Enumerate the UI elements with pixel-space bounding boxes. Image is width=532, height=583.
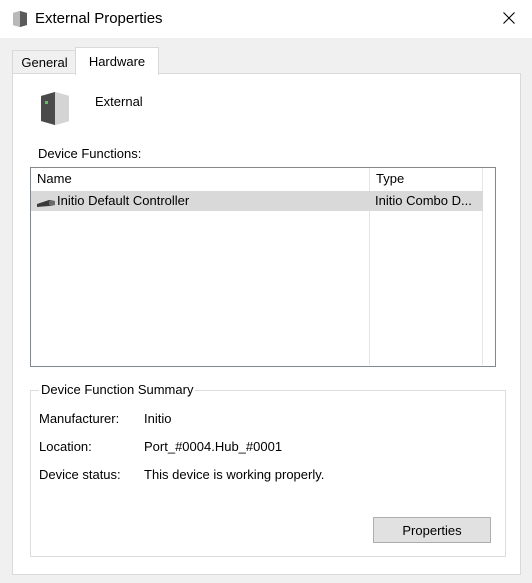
close-icon [503,11,515,27]
location-value: Port_#0004.Hub_#0001 [144,439,283,454]
location-label: Location: [39,439,92,454]
window-title: External Properties [35,10,163,27]
hardware-panel: External Device Functions: Name Type Ini… [12,73,521,575]
list-item[interactable]: Initio Default Controller Initio Combo D… [31,191,483,211]
column-header-type[interactable]: Type [376,171,404,186]
drive-icon [12,10,28,28]
device-functions-list[interactable]: Name Type Initio Default Controller Init… [30,167,496,367]
device-function-type: Initio Combo D... [375,193,472,208]
device-functions-label: Device Functions: [38,146,142,161]
properties-button-label: Properties [402,522,462,538]
close-button[interactable] [486,0,532,38]
usb-connector-icon [36,196,56,207]
properties-button[interactable]: Properties [373,517,491,543]
manufacturer-value: Initio [144,411,172,426]
title-bar[interactable]: External Properties [0,0,532,38]
tab-general[interactable]: General [12,50,77,74]
tab-label: Hardware [88,54,146,69]
manufacturer-label: Manufacturer: [39,411,120,426]
device-function-summary: Device Function Summary Manufacturer: In… [30,382,506,557]
tab-label: General [21,55,68,70]
external-drive-icon [39,91,71,127]
device-name: External [95,94,143,109]
list-header: Name Type [31,168,483,190]
device-status-label: Device status: [39,467,121,482]
device-status-value: This device is working properly. [144,467,325,482]
device-function-name: Initio Default Controller [57,193,190,208]
tab-hardware[interactable]: Hardware [75,47,159,75]
column-header-name[interactable]: Name [37,171,72,186]
summary-title: Device Function Summary [39,382,196,397]
